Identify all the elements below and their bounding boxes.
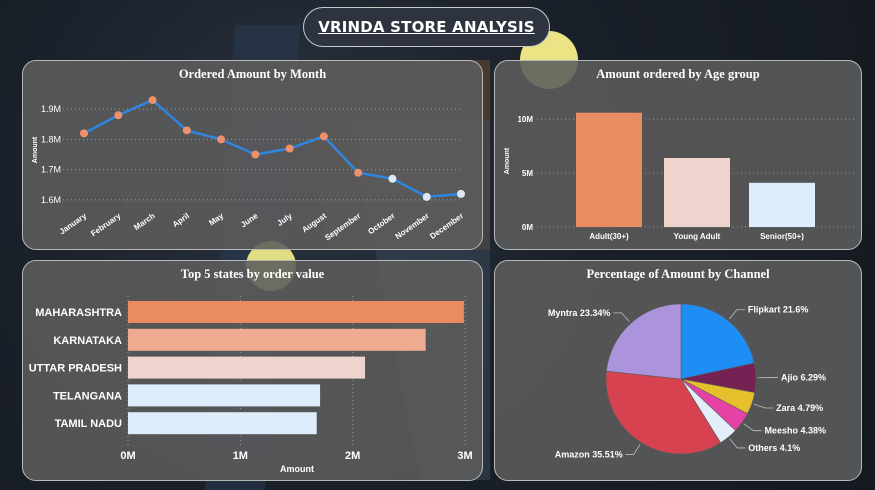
x-tick-label: August (300, 211, 328, 234)
panel-amount-by-age: Amount ordered by Age group 0M 5M 10M Amoun… (494, 60, 862, 250)
y-tick-label: KARNATAKA (53, 335, 122, 347)
x-tick-label: Senior(50+) (760, 232, 804, 241)
slice-label: Others 4.1% (748, 443, 800, 453)
x-tick-label: May (207, 211, 225, 228)
bar (749, 182, 815, 227)
x-axis-label: Amount (280, 464, 314, 474)
data-point (388, 174, 397, 183)
x-tick-label: February (89, 211, 123, 238)
slice-label: Flipkart 21.6% (748, 305, 809, 315)
y-tick-label: UTTAR PRADESH (29, 363, 122, 375)
x-tick-label: November (394, 211, 431, 241)
data-point (114, 111, 123, 120)
data-point (182, 126, 191, 135)
leader-line (743, 423, 762, 432)
data-point (422, 192, 431, 201)
slice-label: Amazon 35.51% (555, 449, 623, 459)
x-tick-label: Young Adult (674, 232, 721, 241)
leader-line (729, 309, 745, 320)
x-tick-label: December (428, 211, 465, 241)
data-point (285, 144, 294, 153)
y-tick-label: 1.9M (41, 104, 61, 114)
y-tick-label: 5M (522, 169, 533, 178)
y-tick-label: 0M (522, 223, 533, 232)
data-point (319, 132, 328, 141)
x-tick-label: 3M (457, 450, 472, 462)
x-tick-label: July (276, 211, 295, 228)
data-point (251, 150, 260, 159)
slice-label: Zara 4.79% (776, 403, 823, 413)
dashboard-title: VRINDA STORE ANALYSIS (303, 7, 550, 47)
bar (576, 112, 642, 227)
y-tick-label: MAHARASHTRA (35, 307, 122, 319)
pie-chart-amount-by-channel: Flipkart 21.6% Ajio 6.29% Zara 4.79% Meesho… (548, 303, 826, 459)
leader-line (729, 438, 746, 449)
pie-slice (606, 303, 682, 380)
bar (128, 301, 464, 323)
y-tick-label: 10M (517, 115, 533, 124)
x-tick-label: 2M (345, 450, 360, 462)
data-point (80, 129, 88, 138)
panel-top-states: Top 5 states by order value 0M 1M 2M 3M Amou… (22, 260, 483, 481)
hbar-chart-top-states: 0M 1M 2M 3M Amount MAHARASHTRA KARNATAKA UTTAR … (29, 296, 473, 474)
y-tick-label: 1.7M (41, 165, 61, 175)
x-tick-label: September (323, 211, 362, 242)
bar (128, 328, 426, 351)
x-tick-label: Adult(30+) (589, 232, 629, 241)
data-point (217, 135, 226, 144)
leader-line (753, 403, 774, 409)
x-tick-label: January (58, 211, 89, 236)
y-tick-label: 1.8M (41, 134, 61, 144)
bar-chart-amount-by-age: 0M 5M 10M Amount Adult(30+) Young Adult Senior… (504, 112, 855, 241)
panel-amount-by-channel: Percentage of Amount by Channel Flipkart… (494, 260, 862, 481)
leader-line (613, 312, 630, 323)
data-point (354, 168, 363, 177)
line-chart-amount-by-month: 1.6M 1.7M 1.8M 1.9M Amount January February Mar… (32, 96, 465, 242)
x-tick-label: 0M (120, 450, 135, 462)
bar (128, 412, 317, 435)
bar (128, 384, 321, 407)
data-point (148, 96, 157, 105)
x-tick-label: 1M (233, 450, 248, 462)
y-axis-label: Amount (504, 147, 511, 174)
series-line (83, 98, 462, 199)
y-tick-label: 1.6M (41, 195, 61, 205)
slice-label: Meesho 4.38% (764, 426, 826, 436)
slice-label: Ajio 6.29% (781, 373, 826, 383)
slice-label: Myntra 23.34% (548, 308, 611, 318)
bar (128, 356, 366, 379)
leader-line (625, 444, 641, 455)
x-tick-label: October (366, 211, 396, 236)
y-tick-label: TAMIL NADU (55, 418, 122, 430)
bar (664, 157, 730, 227)
y-axis-label: Amount (32, 136, 39, 163)
y-tick-label: TELANGANA (53, 390, 122, 402)
x-tick-label: June (239, 211, 260, 229)
panel-amount-by-month: Ordered Amount by Month 1.6M 1.7M 1.8M 1.9M… (22, 60, 483, 250)
data-point (457, 189, 465, 198)
x-tick-label: March (132, 211, 157, 232)
x-tick-label: April (171, 211, 191, 229)
dashboard-title-text: VRINDA STORE ANALYSIS (318, 18, 535, 36)
